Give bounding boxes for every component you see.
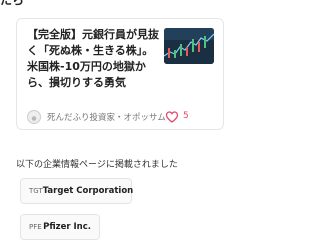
company-ticker: PFE [29, 223, 42, 231]
company-chip-pfizer[interactable]: PFE Pfizer Inc. [20, 214, 100, 240]
author-avatar[interactable] [27, 110, 41, 124]
article-card[interactable]: 【完全版】元銀行員が見抜く「死ぬ株・生きる株」。米国株-10万円の地獄から、損切… [16, 18, 224, 130]
clipped-heading: たら [0, 0, 25, 7]
company-name: Target Corporation [42, 186, 134, 196]
author-name[interactable]: 死んだふり投資家・オポッサム [47, 111, 166, 123]
author-row: 死んだふり投資家・オポッサム 5 [27, 109, 219, 127]
like-button[interactable]: 5 [165, 110, 199, 124]
companies-section-title: 以下の企業情報ページに掲載されました [16, 160, 178, 170]
article-title[interactable]: 【完全版】元銀行員が見抜く「死ぬ株・生きる株」。米国株-10万円の地獄から、損切… [27, 27, 163, 91]
page: たら 【完全版】元銀行員が見抜く「死ぬ株・生きる株」。米国株-10万円の地獄から… [0, 0, 240, 240]
stock-chart-thumbnail-icon[interactable] [164, 28, 214, 64]
like-count: 5 [183, 111, 189, 121]
company-ticker: TGT [29, 187, 43, 195]
heart-icon [165, 111, 179, 123]
company-name: Pfizer Inc. [43, 222, 91, 232]
company-chip-target[interactable]: TGT Target Corporation [20, 178, 134, 204]
